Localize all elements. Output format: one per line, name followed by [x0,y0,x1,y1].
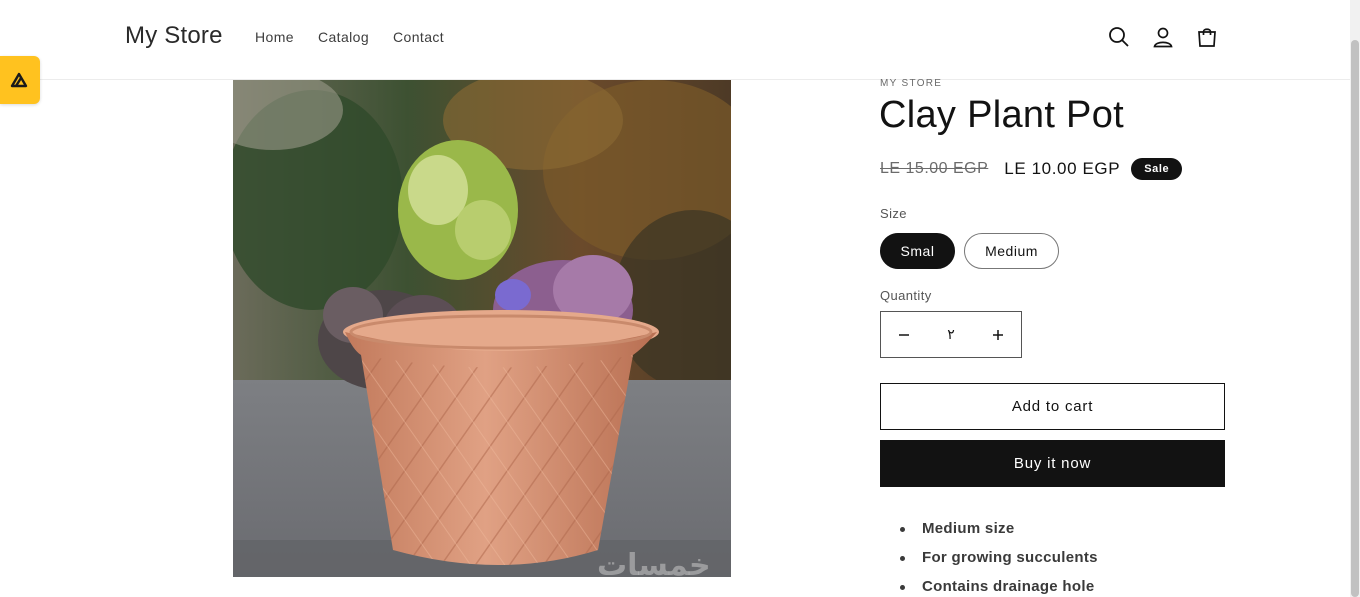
price-row: LE 15.00 EGP LE 10.00 EGP Sale [880,158,1183,180]
minus-icon [899,333,909,336]
search-icon[interactable] [1104,22,1134,52]
product-title: Clay Plant Pot [879,94,1124,136]
quantity-decrease-button[interactable] [881,312,927,357]
store-logo-text[interactable]: My Store [125,22,223,50]
nav-contact[interactable]: Contact [393,29,444,45]
add-to-cart-button[interactable]: Add to cart [880,383,1225,430]
sale-badge: Sale [1131,158,1183,180]
feature-item: For growing succulents [900,543,1098,572]
nav-catalog[interactable]: Catalog [318,29,369,45]
site-header: My Store Home Catalog Contact [0,0,1350,80]
image-watermark: خمسات [597,548,711,583]
quantity-stepper: ٢ [880,311,1022,358]
nav-home[interactable]: Home [255,29,294,45]
cart-icon[interactable] [1192,22,1222,52]
quantity-increase-button[interactable] [975,312,1021,357]
size-option-medium[interactable]: Medium [964,233,1059,269]
feature-item: Contains drainage hole [900,572,1098,597]
sale-price: LE 10.00 EGP [1004,159,1121,178]
quantity-input[interactable]: ٢ [927,326,975,343]
quantity-label: Quantity [880,288,932,303]
app-logo-icon [10,72,28,88]
buy-now-button[interactable]: Buy it now [880,440,1225,487]
scrollbar-thumb[interactable] [1351,40,1359,597]
main-nav: Home Catalog Contact [255,29,468,45]
size-label: Size [880,206,907,221]
feature-list: Medium size For growing succulents Conta… [900,514,1098,597]
regular-price: LE 15.00 EGP [880,160,989,177]
feature-item: Medium size [900,514,1098,543]
floating-app-badge[interactable] [0,56,40,104]
size-option-smal[interactable]: Smal [880,233,955,269]
product-vendor: MY STORE [880,78,943,89]
plus-icon [993,329,1003,340]
product-image[interactable] [233,80,731,577]
page-scrollbar[interactable] [1350,0,1360,597]
account-icon[interactable] [1148,22,1178,52]
